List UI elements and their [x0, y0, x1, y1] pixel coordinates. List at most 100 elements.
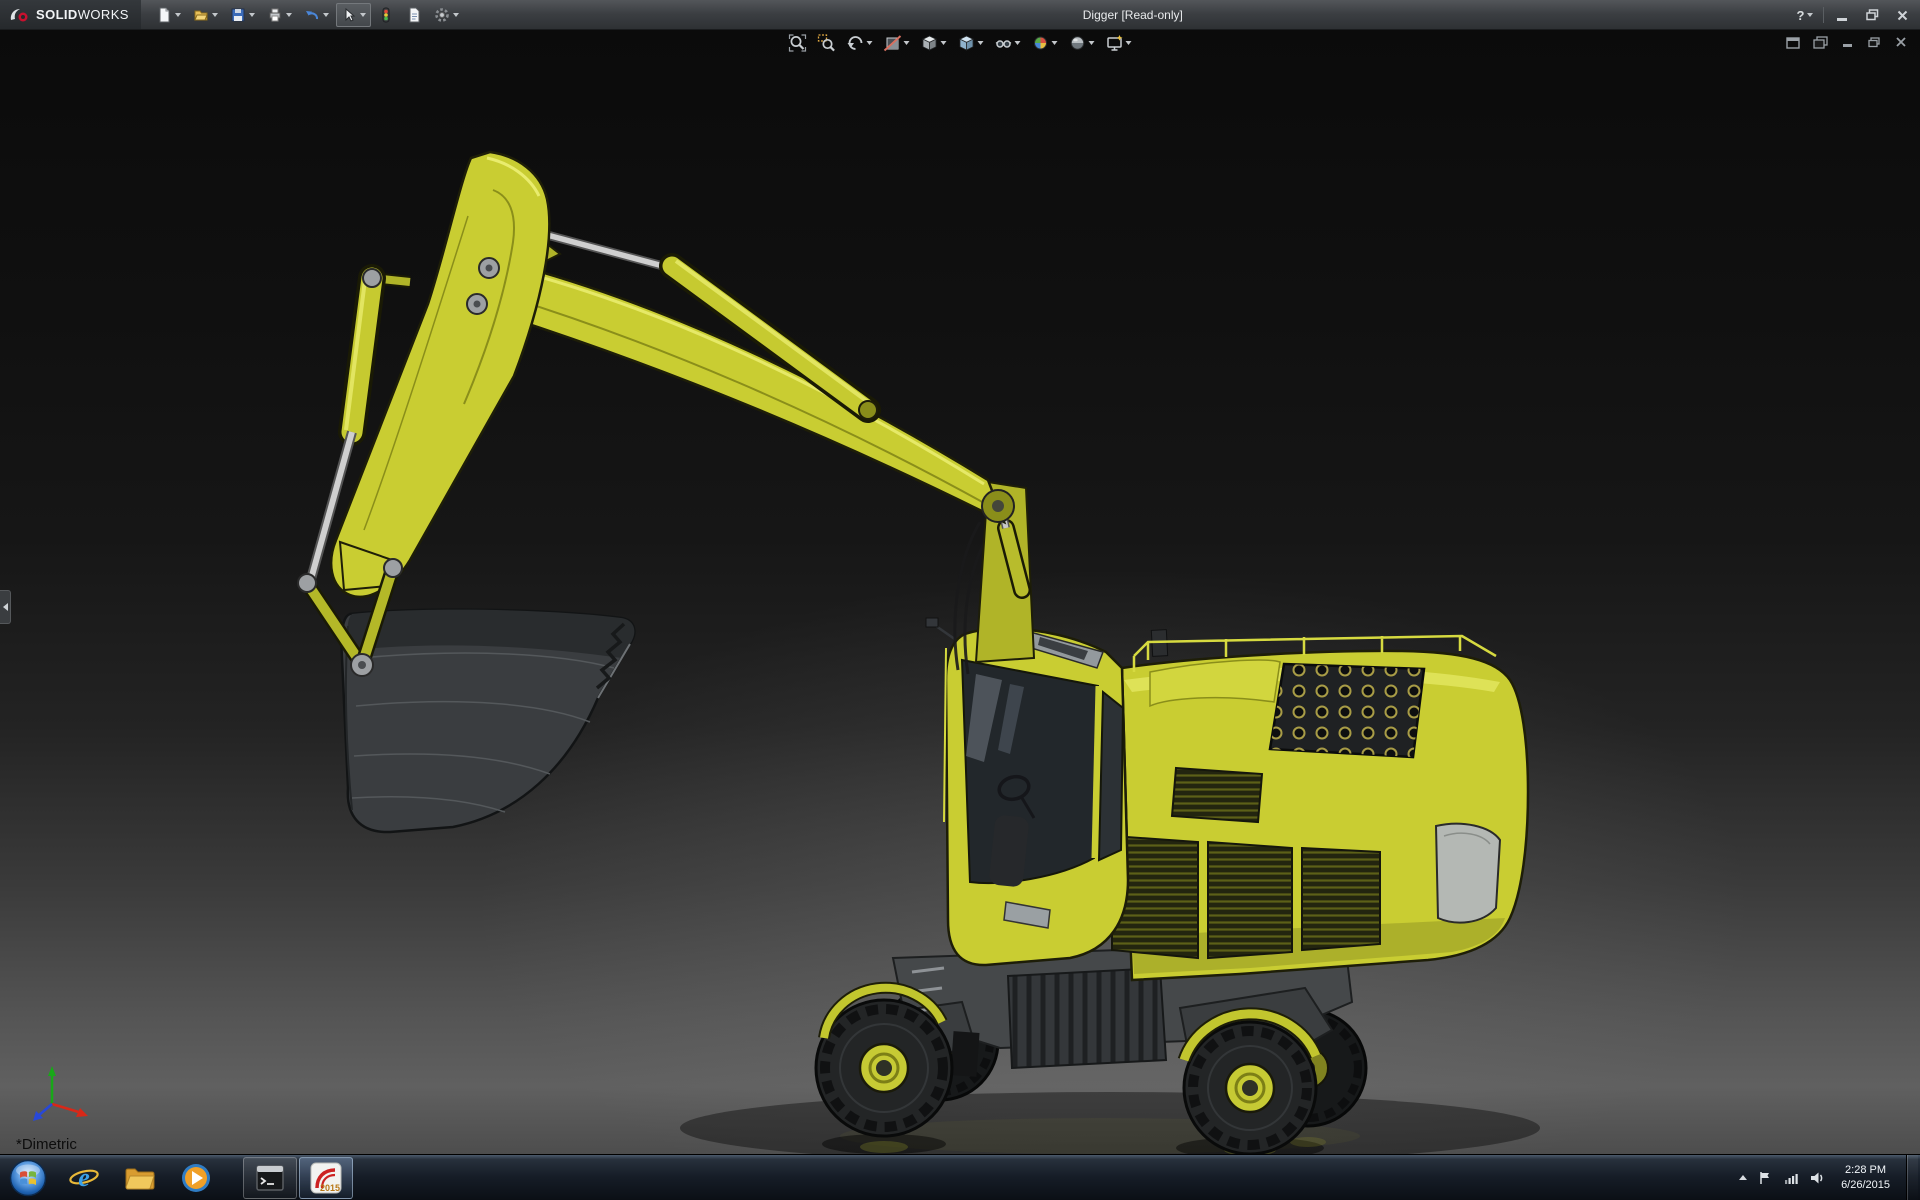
rebuild-button[interactable] — [373, 3, 399, 27]
taskbar-item-solidworks[interactable]: 2015 — [299, 1157, 353, 1199]
zoom-to-fit-button[interactable] — [787, 33, 809, 53]
solidworks-icon: 2015 — [309, 1161, 343, 1195]
window-title: Digger [Read-only] — [1083, 8, 1183, 22]
zoom-to-area-button[interactable] — [816, 33, 838, 53]
apply-scene-button[interactable] — [1067, 33, 1097, 53]
dropdown-caret[interactable] — [1015, 41, 1021, 45]
dropdown-caret[interactable] — [904, 41, 910, 45]
hide-show-glasses-icon — [995, 34, 1013, 52]
new-document-icon — [156, 7, 172, 23]
featuremanager-collapse-tab[interactable] — [0, 590, 11, 624]
help-button[interactable]: ? — [1793, 5, 1817, 25]
close-icon — [1897, 10, 1908, 21]
show-desktop-button[interactable] — [1906, 1155, 1918, 1200]
view-settings-button[interactable] — [1104, 33, 1134, 53]
tray-time: 2:28 PM — [1841, 1163, 1890, 1177]
view-orientation-label: *Dimetric — [16, 1136, 77, 1153]
doc-restore-icon — [1868, 37, 1880, 48]
graphics-viewport[interactable]: *Dimetric — [0, 30, 1920, 1154]
network-icon[interactable] — [1783, 1170, 1799, 1186]
tray-expand-icon[interactable] — [1739, 1175, 1747, 1180]
undo-button[interactable] — [299, 3, 334, 27]
file-properties-button[interactable] — [401, 3, 427, 27]
edit-appearance-colorball-icon — [1032, 34, 1050, 52]
svg-text:e: e — [78, 1163, 90, 1192]
taskbar: e — [0, 1154, 1920, 1200]
close-button[interactable] — [1890, 5, 1914, 25]
new-window-icon — [1786, 36, 1800, 49]
display-style-button[interactable] — [956, 33, 986, 53]
section-view-icon — [884, 34, 902, 52]
dropdown-caret[interactable] — [249, 13, 255, 17]
hide-show-items-button[interactable] — [993, 33, 1023, 53]
dassault-3ds-logo-icon — [8, 7, 30, 23]
doc-close-button[interactable] — [1892, 34, 1910, 50]
undo-arrow-icon — [304, 7, 320, 23]
boom[interactable] — [473, 240, 1014, 522]
dropdown-caret[interactable] — [453, 13, 459, 17]
titlebar: SOLIDWORKS — [0, 0, 1920, 30]
screen: SOLIDWORKS — [0, 0, 1920, 1200]
minimize-button[interactable] — [1830, 5, 1854, 25]
dropdown-caret[interactable] — [867, 41, 873, 45]
section-view-button[interactable] — [882, 33, 912, 53]
print-button[interactable] — [262, 3, 297, 27]
taskbar-item-media-player[interactable] — [169, 1157, 223, 1199]
engine-housing[interactable] — [1112, 630, 1528, 980]
rebuild-stoplight-icon — [378, 7, 394, 23]
previous-view-button[interactable] — [845, 33, 875, 53]
taskbar-item-internet-explorer[interactable]: e — [57, 1157, 111, 1199]
heads-up-view-toolbar — [787, 33, 1134, 53]
new-document-button[interactable] — [151, 3, 186, 27]
system-tray: 2:28 PM 6/26/2015 — [1739, 1155, 1920, 1200]
taskbar-item-command-prompt[interactable] — [243, 1157, 297, 1199]
volume-icon[interactable] — [1809, 1170, 1825, 1186]
brand-text: SOLIDWORKS — [36, 7, 129, 22]
digger-3d-model[interactable] — [0, 30, 1920, 1154]
internet-explorer-icon: e — [67, 1161, 101, 1195]
new-window-button[interactable] — [1784, 34, 1802, 50]
dropdown-caret[interactable] — [1052, 41, 1058, 45]
display-style-cube-icon — [958, 34, 976, 52]
bucket[interactable] — [341, 610, 634, 832]
doc-minimize-button[interactable] — [1838, 34, 1856, 50]
dropdown-caret[interactable] — [1126, 41, 1132, 45]
cascade-windows-button[interactable] — [1811, 34, 1829, 50]
view-settings-icon — [1106, 34, 1124, 52]
options-gear-icon — [434, 7, 450, 23]
tray-clock[interactable]: 2:28 PM 6/26/2015 — [1835, 1163, 1896, 1192]
dropdown-caret[interactable] — [360, 13, 366, 17]
svg-text:2015: 2015 — [320, 1183, 340, 1193]
start-button[interactable] — [1, 1157, 55, 1199]
dropdown-caret[interactable] — [978, 41, 984, 45]
options-button[interactable] — [429, 3, 464, 27]
view-orientation-button[interactable] — [919, 33, 949, 53]
titlebar-window-controls: ? — [1793, 0, 1914, 30]
open-document-button[interactable] — [188, 3, 223, 27]
taskbar-item-windows-explorer[interactable] — [113, 1157, 167, 1199]
folder-icon — [123, 1161, 157, 1195]
dropdown-caret[interactable] — [286, 13, 292, 17]
save-floppy-icon — [230, 7, 246, 23]
solidworks-brand: SOLIDWORKS — [0, 0, 141, 29]
floor-shadow — [680, 1092, 1540, 1154]
cab[interactable] — [926, 618, 1128, 965]
restore-icon — [1866, 9, 1879, 21]
dropdown-caret[interactable] — [175, 13, 181, 17]
rear-wheel[interactable] — [1184, 1022, 1316, 1154]
dropdown-caret[interactable] — [212, 13, 218, 17]
select-button[interactable] — [336, 3, 371, 27]
previous-view-icon — [847, 34, 865, 52]
select-cursor-icon — [341, 7, 357, 23]
restore-button[interactable] — [1860, 5, 1884, 25]
dropdown-caret[interactable] — [1807, 13, 1813, 17]
dropdown-caret[interactable] — [1089, 41, 1095, 45]
edit-appearance-button[interactable] — [1030, 33, 1060, 53]
doc-restore-button[interactable] — [1865, 34, 1883, 50]
command-prompt-icon — [253, 1161, 287, 1195]
windows-start-orb-icon — [8, 1158, 48, 1198]
dropdown-caret[interactable] — [941, 41, 947, 45]
save-button[interactable] — [225, 3, 260, 27]
dropdown-caret[interactable] — [323, 13, 329, 17]
action-center-flag-icon[interactable] — [1757, 1170, 1773, 1186]
